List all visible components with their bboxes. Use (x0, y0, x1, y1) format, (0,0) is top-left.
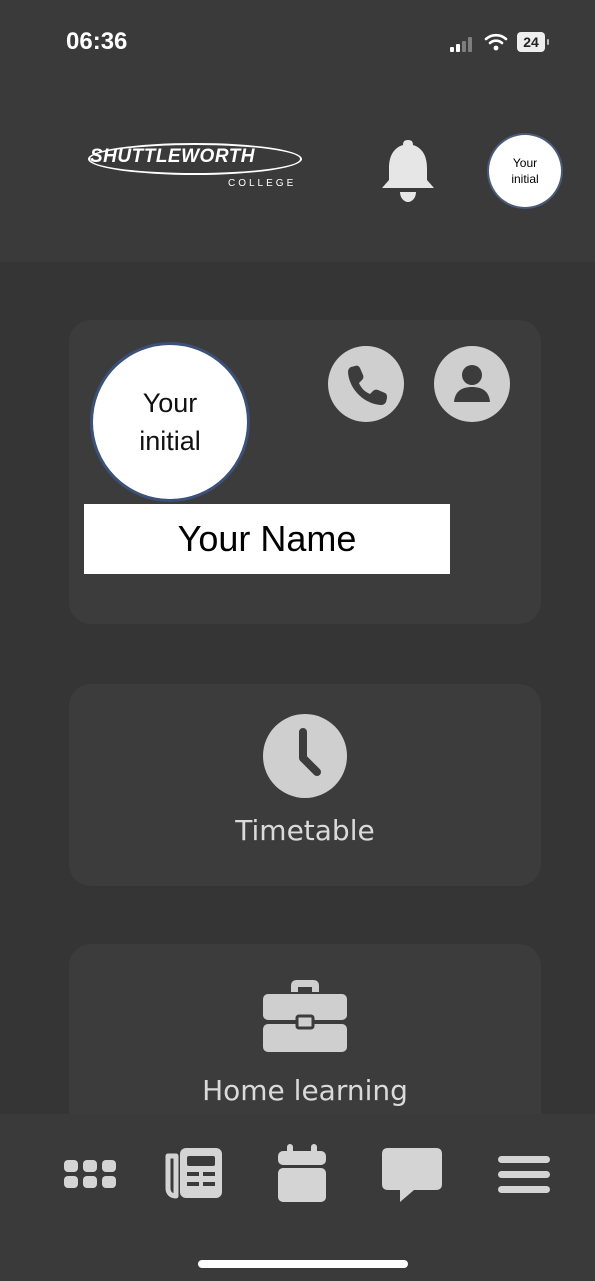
profile-card: Your initial Your Name (69, 320, 541, 624)
clock-icon (263, 714, 347, 798)
user-icon (454, 365, 490, 402)
status-time: 06:36 (66, 28, 128, 55)
profile-avatar: Your initial (90, 342, 250, 502)
logo-wordmark: SHUTTLEWORTH (90, 146, 256, 167)
tab-apps[interactable] (58, 1142, 122, 1206)
profile-name: Your Name (84, 504, 450, 574)
app-header: SHUTTLEWORTH COLLEGE Your initial (0, 90, 595, 262)
tab-messages[interactable] (380, 1142, 444, 1206)
battery-indicator: 24 (517, 32, 549, 52)
tab-calendar[interactable] (270, 1142, 334, 1206)
newspaper-icon (165, 1148, 222, 1199)
logo-subtitle: COLLEGE (228, 178, 297, 189)
wifi-icon (484, 33, 508, 51)
tab-news[interactable] (162, 1142, 226, 1206)
header-avatar-text: Your initial (511, 156, 539, 186)
header-avatar[interactable]: Your initial (489, 135, 561, 207)
home-indicator[interactable] (198, 1260, 408, 1268)
contact-button[interactable] (434, 346, 510, 422)
timetable-tile[interactable]: Timetable (69, 684, 541, 886)
college-logo[interactable]: SHUTTLEWORTH COLLEGE (86, 143, 312, 196)
profile-avatar-text: Your initial (139, 388, 201, 456)
phone-icon (348, 365, 387, 405)
menu-icon (498, 1156, 550, 1193)
bell-icon[interactable] (378, 136, 438, 204)
bottom-tab-bar (0, 1114, 595, 1281)
app-screen: 06:36 24 SHUTTLEWORTH COLLEGE Your initi… (0, 0, 595, 1281)
timetable-label: Timetable (235, 814, 375, 847)
chat-icon (382, 1148, 442, 1202)
home-learning-label: Home learning (202, 1074, 408, 1107)
grid-icon (64, 1160, 116, 1188)
signal-icon (450, 36, 476, 52)
call-button[interactable] (328, 346, 404, 422)
calendar-icon (278, 1144, 326, 1202)
tab-menu[interactable] (492, 1142, 556, 1206)
status-bar: 06:36 24 (0, 0, 595, 90)
briefcase-icon (263, 980, 347, 1052)
